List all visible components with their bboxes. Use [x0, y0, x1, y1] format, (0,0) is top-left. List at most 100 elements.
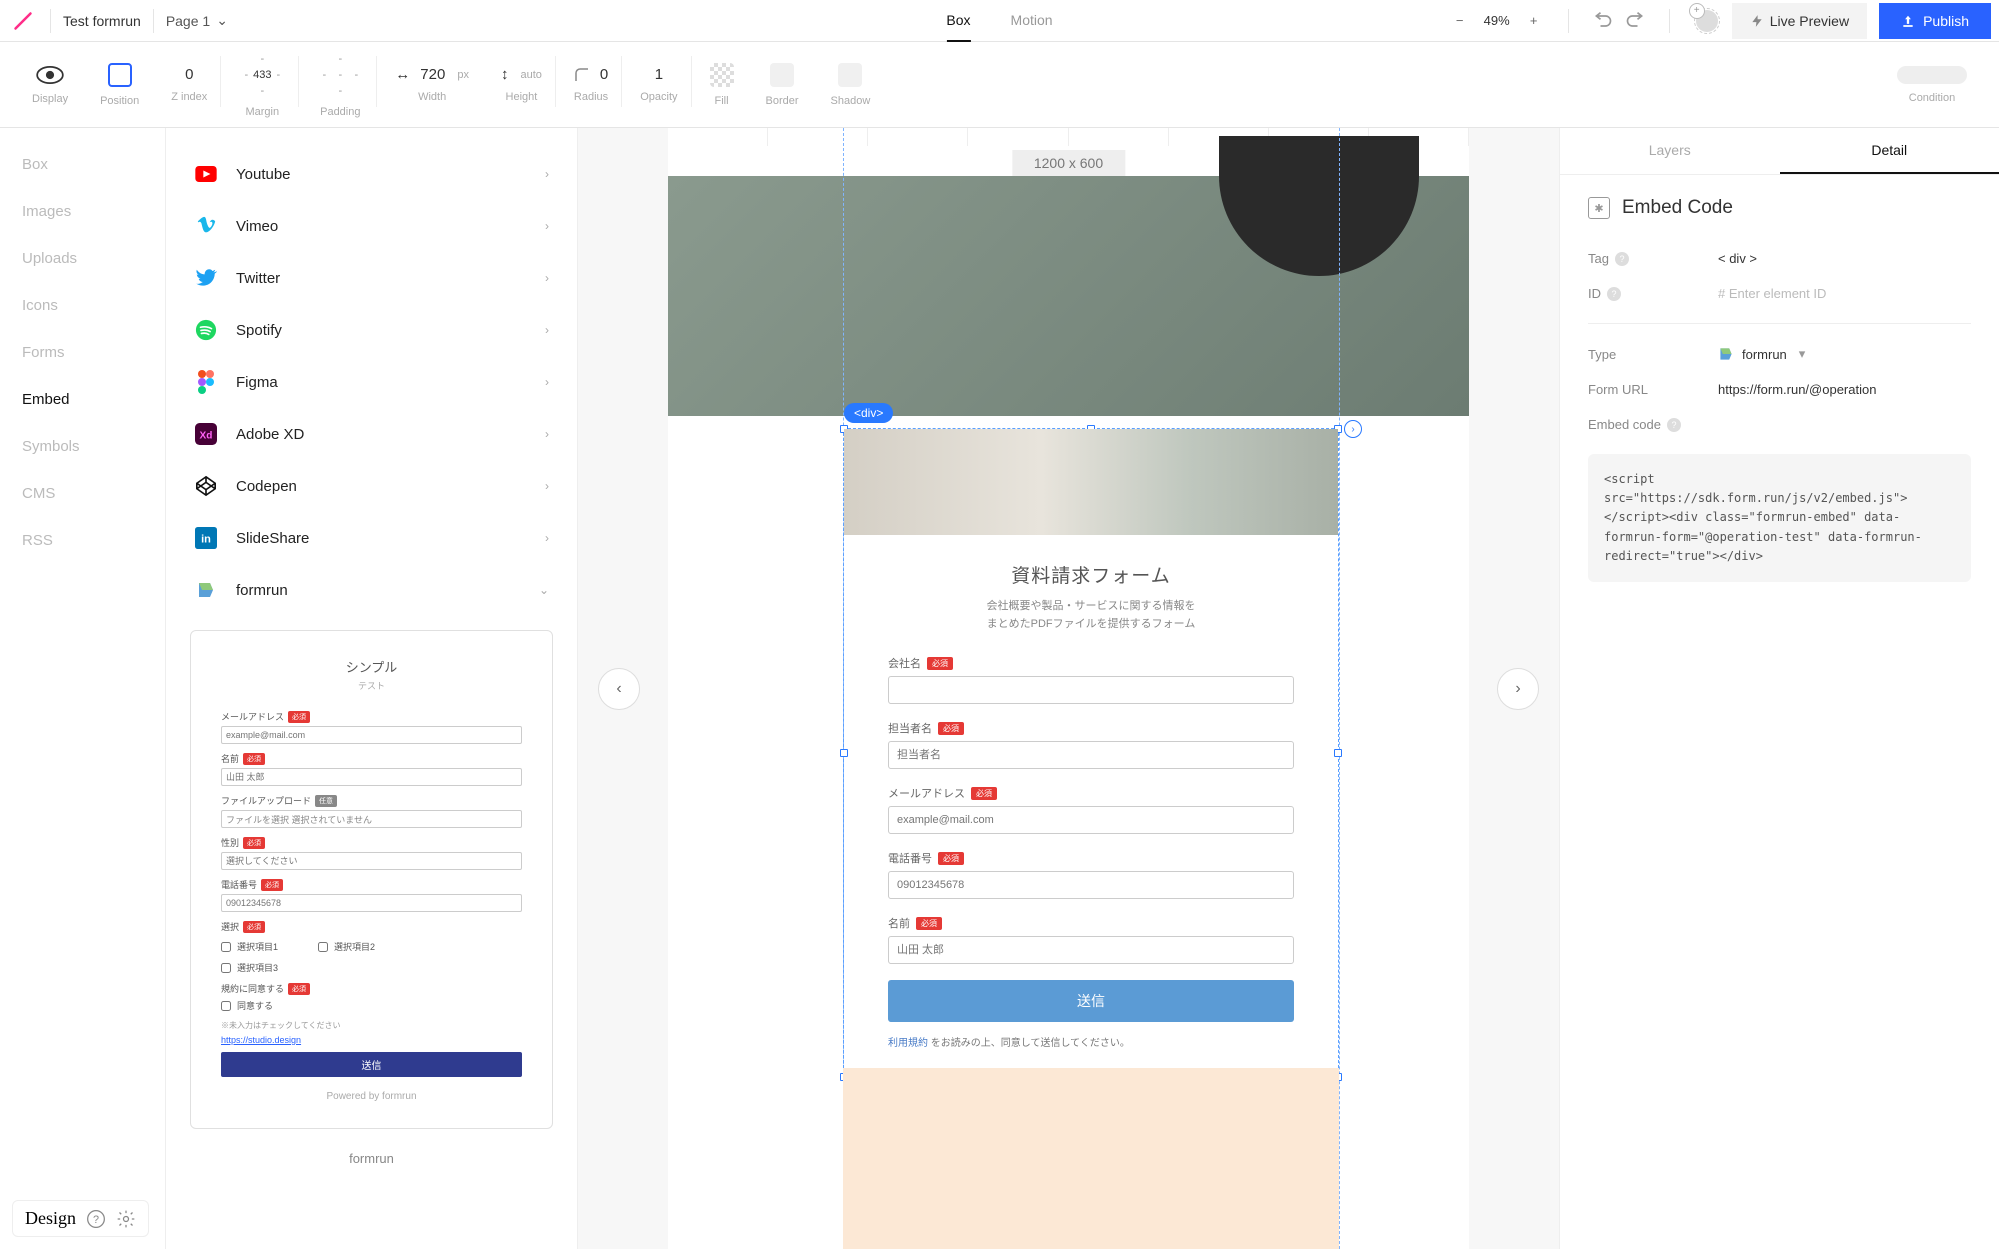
- left-sidenav: Box Images Uploads Icons Forms Embed Sym…: [0, 128, 166, 1249]
- embedded-form[interactable]: 資料請求フォーム 会社概要や製品・サービスに関する情報をまとめたPDFファイルを…: [844, 429, 1338, 1077]
- element-id-input[interactable]: [1718, 286, 1971, 301]
- form-email-input[interactable]: [888, 806, 1294, 834]
- embed-item-codepen[interactable]: Codepen›: [190, 460, 553, 512]
- help-icon[interactable]: ?: [1607, 287, 1621, 301]
- page-selector[interactable]: Page 1 ⌄: [166, 12, 228, 29]
- redo-icon[interactable]: [1625, 11, 1645, 31]
- sidenav-forms[interactable]: Forms: [22, 344, 143, 361]
- zindex-value[interactable]: 0: [185, 66, 193, 83]
- formrun-icon: [194, 578, 218, 602]
- artboard[interactable]: 1200 x 600 <div> › ⊙: [668, 128, 1469, 1249]
- canvas[interactable]: ‹ › 1200 x 600 <div> ›: [578, 128, 1559, 1249]
- project-name[interactable]: Test formrun: [63, 13, 141, 29]
- tab-motion[interactable]: Motion: [1011, 0, 1053, 42]
- position-static-icon[interactable]: [108, 63, 132, 87]
- tab-layers[interactable]: Layers: [1560, 128, 1780, 174]
- figma-icon: [194, 370, 218, 394]
- form-name-input[interactable]: [888, 936, 1294, 964]
- embed-item-formrun[interactable]: formrun⌄: [190, 564, 553, 616]
- embed-item-youtube[interactable]: Youtube›: [190, 148, 553, 200]
- add-collaborator-button[interactable]: +: [1694, 8, 1720, 34]
- twitter-icon: [194, 266, 218, 290]
- selection-tag: <div>: [844, 403, 893, 423]
- sidenav-embed[interactable]: Embed: [22, 391, 143, 408]
- canvas-prev-button[interactable]: ‹: [598, 668, 640, 710]
- tab-box[interactable]: Box: [946, 0, 970, 42]
- app-logo-icon[interactable]: [8, 6, 38, 36]
- top-bar: Test formrun Page 1 ⌄ Box Motion − 49% +…: [0, 0, 1999, 42]
- design-mode-label[interactable]: Design: [25, 1208, 76, 1229]
- sidenav-images[interactable]: Images: [22, 203, 143, 220]
- zoom-in-button[interactable]: +: [1524, 11, 1544, 31]
- form-tel-input[interactable]: [888, 871, 1294, 899]
- help-icon[interactable]: ?: [86, 1209, 106, 1229]
- shadow-swatch[interactable]: [838, 63, 862, 87]
- chevron-right-icon: ›: [545, 167, 549, 181]
- height-arrow-icon: ↕: [501, 66, 509, 83]
- settings-icon[interactable]: [116, 1209, 136, 1229]
- artboard-dimensions: 1200 x 600: [1012, 150, 1125, 176]
- resize-handle[interactable]: [1334, 749, 1342, 757]
- help-icon[interactable]: ?: [1667, 418, 1681, 432]
- embed-list-footer: formrun: [190, 1129, 553, 1188]
- embed-item-adobexd[interactable]: XdAdobe XD›: [190, 408, 553, 460]
- tag-value[interactable]: < div >: [1718, 251, 1971, 266]
- tab-detail[interactable]: Detail: [1780, 128, 1999, 174]
- zoom-level[interactable]: 49%: [1484, 13, 1510, 28]
- adobexd-icon: Xd: [194, 422, 218, 446]
- height-value[interactable]: ↕ auto: [501, 66, 542, 83]
- sidenav-uploads[interactable]: Uploads: [22, 250, 143, 267]
- formrun-template-preview[interactable]: シンプル テスト メールアドレス必須 名前必須 ファイルアップロード任意ファイル…: [190, 630, 553, 1129]
- publish-button[interactable]: Publish: [1879, 3, 1991, 39]
- margin-control[interactable]: - -433- -: [239, 52, 285, 98]
- embed-item-twitter[interactable]: Twitter›: [190, 252, 553, 304]
- padding-control[interactable]: - --- -: [317, 52, 363, 98]
- chevron-right-icon: ›: [545, 219, 549, 233]
- chevron-right-icon: ›: [545, 427, 549, 441]
- selected-element[interactable]: <div> › ⊙ 資料請求フォーム 会社概要や製品・サービスに関する情報をまと…: [843, 428, 1339, 1078]
- preview-name-input: [221, 768, 522, 786]
- border-swatch[interactable]: [770, 63, 794, 87]
- hero-image[interactable]: [668, 176, 1469, 416]
- svg-text:?: ?: [93, 1214, 99, 1226]
- fill-swatch[interactable]: [710, 63, 734, 87]
- embed-type-select[interactable]: formrun▾: [1718, 346, 1971, 362]
- form-url-input[interactable]: [1718, 382, 1971, 397]
- embed-item-figma[interactable]: Figma›: [190, 356, 553, 408]
- opacity-value[interactable]: 1: [655, 66, 663, 83]
- chevron-right-icon: ›: [545, 271, 549, 285]
- radius-icon: [574, 67, 590, 83]
- width-value[interactable]: ↔ 720 px: [395, 66, 469, 83]
- condition-toggle[interactable]: [1897, 66, 1967, 84]
- sidenav-icons[interactable]: Icons: [22, 297, 143, 314]
- resize-handle[interactable]: [840, 749, 848, 757]
- svg-text:Xd: Xd: [200, 431, 213, 442]
- detail-panel: Layers Detail ✱Embed Code Tag?< div > ID…: [1559, 128, 1999, 1249]
- canvas-bottom-section[interactable]: [843, 1068, 1339, 1249]
- undo-icon[interactable]: [1593, 11, 1613, 31]
- sidenav-rss[interactable]: RSS: [22, 532, 143, 549]
- form-person-input[interactable]: [888, 741, 1294, 769]
- form-submit-button[interactable]: 送信: [888, 980, 1294, 1022]
- preview-tel-input: [221, 894, 522, 912]
- live-preview-button[interactable]: Live Preview: [1732, 3, 1867, 39]
- sidenav-symbols[interactable]: Symbols: [22, 438, 143, 455]
- chevron-right-icon: ›: [545, 375, 549, 389]
- form-company-input[interactable]: [888, 676, 1294, 704]
- sidenav-box[interactable]: Box: [22, 156, 143, 173]
- embed-code-textarea[interactable]: <script src="https://sdk.form.run/js/v2/…: [1588, 454, 1971, 582]
- help-icon[interactable]: ?: [1615, 252, 1629, 266]
- canvas-next-button[interactable]: ›: [1497, 668, 1539, 710]
- embed-item-spotify[interactable]: Spotify›: [190, 304, 553, 356]
- selection-action-icon[interactable]: ›: [1344, 420, 1362, 438]
- svg-text:in: in: [201, 534, 211, 546]
- sidenav-cms[interactable]: CMS: [22, 485, 143, 502]
- spotify-icon: [194, 318, 218, 342]
- chevron-right-icon: ›: [545, 323, 549, 337]
- codepen-icon: [194, 474, 218, 498]
- eye-icon[interactable]: [36, 65, 64, 85]
- zoom-out-button[interactable]: −: [1450, 11, 1470, 31]
- embed-item-slideshare[interactable]: inSlideShare›: [190, 512, 553, 564]
- radius-value[interactable]: 0: [574, 66, 608, 83]
- embed-item-vimeo[interactable]: Vimeo›: [190, 200, 553, 252]
